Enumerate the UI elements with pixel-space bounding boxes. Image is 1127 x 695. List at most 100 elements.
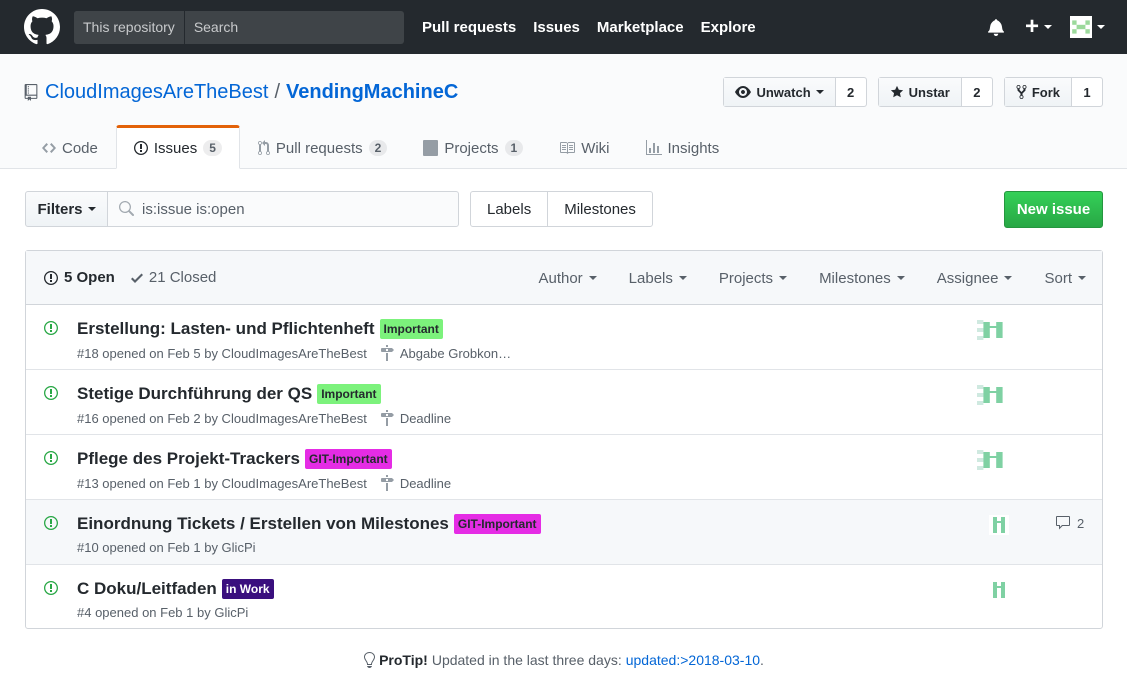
unwatch-button[interactable]: Unwatch — [724, 78, 836, 106]
light-bulb-icon — [364, 652, 376, 668]
closed-issues-filter[interactable]: 21 Closed — [130, 269, 217, 286]
issues-filter-bar: Filters Labels Milestones New issue — [25, 191, 1103, 228]
caret-down-icon — [588, 276, 597, 280]
caret-down-icon — [1004, 276, 1013, 280]
assignee-avatar[interactable] — [977, 320, 1009, 340]
issue-label[interactable]: GIT-Important — [453, 514, 541, 534]
issue-opened-icon — [44, 581, 58, 595]
watch-count[interactable]: 2 — [835, 78, 866, 106]
assignee-avatar[interactable] — [977, 450, 1009, 470]
comment-count: 2 — [1077, 515, 1085, 531]
open-issues-filter[interactable]: 5 Open — [44, 269, 115, 286]
user-menu[interactable] — [1070, 16, 1105, 38]
assignee-avatar[interactable] — [977, 385, 1009, 405]
new-issue-button[interactable]: New issue — [1004, 191, 1103, 228]
issue-title-link[interactable]: Erstellung: Lasten- und Pflichtenheft — [77, 319, 375, 339]
menu-label: Assignee — [936, 269, 999, 287]
milestones-menu[interactable]: Milestones — [819, 270, 905, 287]
tab-label: Code — [62, 139, 98, 157]
protip-query-link[interactable]: updated:>2018-03-10 — [626, 652, 760, 668]
tab-wiki[interactable]: Wiki — [541, 125, 627, 169]
issue-opened-icon — [44, 321, 58, 335]
book-icon — [560, 142, 576, 154]
issue-milestone[interactable]: Abgabe Grobkon… — [380, 345, 511, 361]
issue-label[interactable]: in Work — [221, 579, 274, 599]
comment-icon — [1056, 516, 1070, 530]
issue-row[interactable]: Erstellung: Lasten- und Pflichtenheft Imp… — [26, 305, 1102, 370]
global-search: This repository — [74, 10, 404, 44]
issue-assignees — [977, 450, 1009, 470]
user-avatar — [1070, 16, 1092, 38]
github-logo-icon[interactable] — [24, 9, 60, 45]
tab-label: Wiki — [581, 139, 610, 157]
author-menu[interactable]: Author — [538, 270, 597, 287]
search-icon — [119, 201, 134, 216]
tab-code[interactable]: Code — [24, 125, 116, 169]
tab-pull-requests[interactable]: Pull requests 2 — [240, 125, 405, 169]
git-pull-request-icon — [257, 140, 270, 155]
issue-label[interactable]: Important — [317, 384, 381, 404]
issue-opened-by: #13 opened on Feb 1 by CloudImagesAreThe… — [77, 475, 367, 491]
issue-row[interactable]: Stetige Durchführung der QS Important #16 … — [26, 370, 1102, 435]
issue-label[interactable]: Important — [379, 319, 443, 339]
project-icon — [423, 140, 439, 156]
milestone-icon — [380, 410, 394, 426]
issues-search-input[interactable] — [134, 200, 458, 218]
repo-name-link[interactable]: VendingMachineC — [286, 81, 458, 104]
fork-count[interactable]: 1 — [1072, 78, 1102, 106]
projects-menu[interactable]: Projects — [719, 270, 788, 287]
filter-search — [107, 191, 459, 227]
fork-button[interactable]: Fork — [1004, 78, 1072, 106]
issue-label[interactable]: GIT-Important — [305, 449, 392, 469]
issue-row[interactable]: Pflege des Projekt-Trackers GIT-Important… — [26, 435, 1102, 500]
nav-pull-requests[interactable]: Pull requests — [422, 19, 516, 36]
milestones-button[interactable]: Milestones — [547, 192, 652, 226]
repo-icon — [24, 84, 38, 101]
nav-marketplace[interactable]: Marketplace — [597, 19, 684, 36]
issue-title-link[interactable]: Pflege des Projekt-Trackers — [77, 449, 300, 469]
sort-menu[interactable]: Sort — [1044, 270, 1086, 287]
labels-menu[interactable]: Labels — [629, 270, 687, 287]
issue-title-link[interactable]: Einordnung Tickets / Erstellen von Miles… — [77, 514, 449, 534]
issue-row[interactable]: C Doku/Leitfaden in Work #4 opened on Feb … — [26, 565, 1102, 628]
issue-row[interactable]: Einordnung Tickets / Erstellen von Miles… — [26, 500, 1102, 565]
tab-projects[interactable]: Projects 1 — [405, 125, 541, 169]
issue-meta: #16 opened on Feb 2 by CloudImagesAreThe… — [77, 410, 451, 426]
search-scope-label[interactable]: This repository — [74, 10, 185, 44]
assignee-menu[interactable]: Assignee — [937, 270, 1013, 287]
issue-comments-link[interactable]: 2 — [1055, 515, 1084, 531]
repo-header: CloudImagesAreTheBest / VendingMachineC … — [0, 54, 1127, 169]
unstar-button[interactable]: Unstar — [878, 78, 962, 106]
nav-explore[interactable]: Explore — [701, 19, 756, 36]
star-group: Unstar 2 — [877, 77, 993, 107]
issue-meta: #13 opened on Feb 1 by CloudImagesAreThe… — [77, 475, 451, 491]
assignee-avatar[interactable] — [989, 515, 1009, 535]
notification-bell-icon[interactable] — [987, 18, 1005, 36]
graph-icon — [645, 140, 662, 155]
unstar-label: Unstar — [908, 84, 950, 100]
issue-title-link[interactable]: C Doku/Leitfaden — [77, 579, 217, 599]
issue-milestone[interactable]: Deadline — [380, 475, 451, 491]
top-nav: Pull requests Issues Marketplace Explore — [422, 19, 773, 36]
nav-issues[interactable]: Issues — [533, 19, 580, 36]
issue-opened-icon — [44, 386, 58, 400]
issue-milestone[interactable]: Deadline — [380, 410, 451, 426]
assignee-avatar[interactable] — [989, 580, 1009, 600]
filters-dropdown[interactable]: Filters — [25, 191, 108, 227]
star-count[interactable]: 2 — [961, 78, 992, 106]
issue-meta: #4 opened on Feb 1 by GlicPi — [77, 605, 248, 620]
tab-insights[interactable]: Insights — [628, 125, 738, 169]
repo-owner-link[interactable]: CloudImagesAreTheBest — [45, 81, 268, 104]
labels-button[interactable]: Labels — [471, 192, 547, 226]
issue-filter-menus: Author Labels Projects Milestones Assign… — [506, 251, 1086, 305]
issue-title-line: Einordnung Tickets / Erstellen von Miles… — [77, 514, 541, 534]
star-icon — [890, 85, 903, 98]
issue-opened-icon — [44, 270, 58, 285]
issue-title-line: C Doku/Leitfaden in Work — [77, 579, 274, 599]
tab-issues[interactable]: Issues 5 — [115, 125, 240, 169]
create-new-dropdown[interactable]: + — [1025, 15, 1052, 39]
fork-group: Fork 1 — [1003, 77, 1103, 107]
closed-count-label: 21 Closed — [148, 269, 217, 286]
issue-title-link[interactable]: Stetige Durchführung der QS — [77, 384, 312, 404]
search-input[interactable] — [184, 10, 404, 44]
